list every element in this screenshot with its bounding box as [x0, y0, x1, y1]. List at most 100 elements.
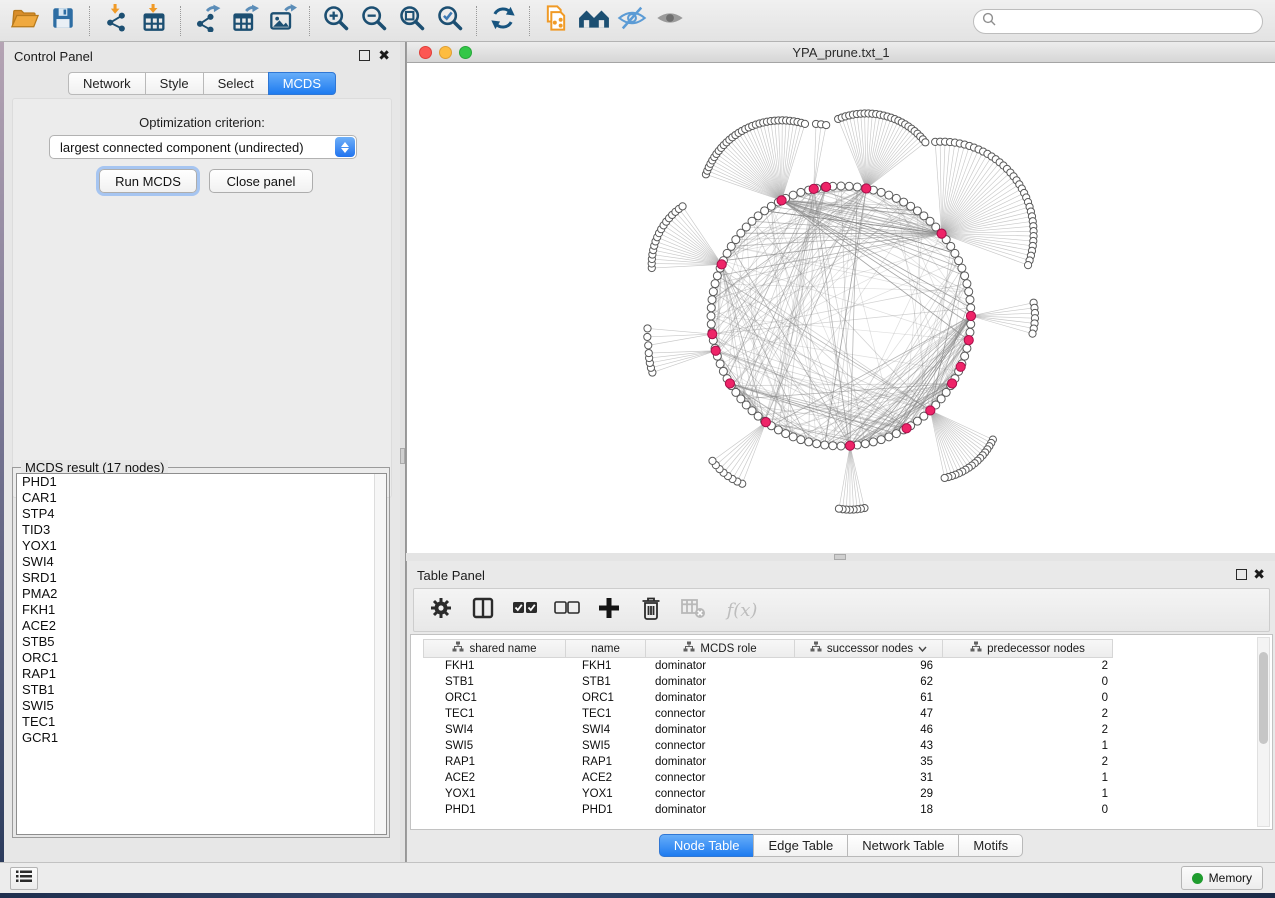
select-all-checks-button[interactable]	[512, 597, 538, 623]
tab-edge-table[interactable]: Edge Table	[753, 834, 847, 857]
result-node-item[interactable]: TEC1	[17, 714, 386, 730]
gear-button[interactable]	[428, 597, 454, 623]
table-row[interactable]: FKH1FKH1dominator962	[423, 658, 1113, 674]
cell-name: YOX1	[566, 786, 646, 802]
search-icon	[982, 12, 996, 31]
tab-motifs[interactable]: Motifs	[958, 834, 1023, 857]
show-all-button[interactable]	[651, 3, 689, 39]
tab-node-table[interactable]: Node Table	[659, 834, 754, 857]
memory-button[interactable]: Memory	[1181, 866, 1263, 890]
horizontal-splitter[interactable]	[406, 553, 1275, 561]
export-image-icon	[269, 4, 297, 37]
float-window-icon[interactable]	[1236, 569, 1247, 580]
table-row[interactable]: PHD1PHD1dominator180	[423, 802, 1113, 818]
close-window-icon[interactable]: ✖	[378, 49, 390, 62]
result-node-item[interactable]: RAP1	[17, 666, 386, 682]
column-header-successor-nodes[interactable]: successor nodes	[795, 639, 943, 658]
show-panels-button[interactable]	[10, 867, 38, 890]
result-node-item[interactable]: SRD1	[17, 570, 386, 586]
result-node-item[interactable]: PMA2	[17, 586, 386, 602]
open-file-button[interactable]	[6, 3, 44, 39]
result-node-item[interactable]: TID3	[17, 522, 386, 538]
copy-share-button[interactable]	[537, 3, 575, 39]
result-node-item[interactable]: STB1	[17, 682, 386, 698]
import-table-button[interactable]	[135, 3, 173, 39]
mcds-tab-content: Optimization criterion: largest connecte…	[12, 98, 392, 498]
close-window-icon[interactable]: ✖	[1253, 568, 1265, 581]
table-header-row: shared namenameMCDS rolesuccessor nodesp…	[423, 639, 1113, 658]
table-row[interactable]: ORC1ORC1dominator610	[423, 690, 1113, 706]
trash-icon	[640, 596, 662, 625]
tab-network[interactable]: Network	[68, 72, 145, 95]
table-row[interactable]: SWI5SWI5connector431	[423, 738, 1113, 754]
criterion-value: largest connected component (undirected)	[60, 140, 304, 155]
refresh-layout-button[interactable]	[484, 3, 522, 39]
run-mcds-button[interactable]: Run MCDS	[99, 169, 197, 193]
cell-successor-nodes: 62	[795, 674, 943, 690]
deselect-all-checks-icon	[554, 599, 580, 622]
table-row[interactable]: RAP1RAP1dominator352	[423, 754, 1113, 770]
result-node-item[interactable]: GCR1	[17, 730, 386, 746]
result-list-scrollbar[interactable]	[374, 474, 386, 834]
network-graph[interactable]	[407, 64, 1275, 552]
column-header-shared-name[interactable]: shared name	[423, 639, 566, 658]
export-table-button[interactable]	[226, 3, 264, 39]
table-scrollbar-thumb[interactable]	[1259, 652, 1268, 744]
splitter-grip[interactable]	[834, 554, 846, 560]
result-node-item[interactable]: SWI5	[17, 698, 386, 714]
columns-button[interactable]	[470, 597, 496, 623]
column-header-MCDS-role[interactable]: MCDS role	[646, 639, 795, 658]
cell-shared-name: TEC1	[423, 706, 566, 722]
hide-selected-button[interactable]	[613, 3, 651, 39]
zoom-out-button[interactable]	[355, 3, 393, 39]
cell-shared-name: RAP1	[423, 754, 566, 770]
result-node-item[interactable]: YOX1	[17, 538, 386, 554]
table-row[interactable]: TEC1TEC1connector472	[423, 706, 1113, 722]
tab-network-table[interactable]: Network Table	[847, 834, 958, 857]
result-node-item[interactable]: CAR1	[17, 490, 386, 506]
table-row[interactable]: STB1STB1dominator620	[423, 674, 1113, 690]
cell-name: SWI5	[566, 738, 646, 754]
tab-mcds[interactable]: MCDS	[268, 72, 336, 95]
result-node-item[interactable]: SWI4	[17, 554, 386, 570]
cell-name: STB1	[566, 674, 646, 690]
float-window-icon[interactable]	[359, 50, 370, 61]
tab-select[interactable]: Select	[203, 72, 268, 95]
zoom-selected-button[interactable]	[431, 3, 469, 39]
tab-style[interactable]: Style	[145, 72, 203, 95]
zoom-fit-button[interactable]	[393, 3, 431, 39]
table-row[interactable]: SWI4SWI4dominator462	[423, 722, 1113, 738]
import-network-button[interactable]	[97, 3, 135, 39]
result-node-item[interactable]: FKH1	[17, 602, 386, 618]
export-network-button[interactable]	[188, 3, 226, 39]
result-node-item[interactable]: STP4	[17, 506, 386, 522]
control-panel-tabs: NetworkStyleSelectMCDS	[4, 72, 400, 95]
result-node-item[interactable]: ACE2	[17, 618, 386, 634]
table-row[interactable]: YOX1YOX1connector291	[423, 786, 1113, 802]
cell-shared-name: SWI4	[423, 722, 566, 738]
table-scrollbar[interactable]	[1257, 637, 1270, 827]
export-image-button[interactable]	[264, 3, 302, 39]
toolbar-separator	[309, 6, 310, 36]
trash-button[interactable]	[638, 597, 664, 623]
add-plus-button[interactable]	[596, 597, 622, 623]
column-header-predecessor-nodes[interactable]: predecessor nodes	[943, 639, 1113, 658]
network-window-titlebar[interactable]: YPA_prune.txt_1	[407, 42, 1275, 63]
criterion-select[interactable]: largest connected component (undirected)	[49, 135, 357, 159]
result-node-item[interactable]: PHD1	[17, 474, 386, 490]
first-neighbors-button[interactable]	[575, 3, 613, 39]
zoom-in-button[interactable]	[317, 3, 355, 39]
column-header-name[interactable]: name	[566, 639, 646, 658]
save-session-button[interactable]	[44, 3, 82, 39]
table-row[interactable]: ACE2ACE2connector311	[423, 770, 1113, 786]
search-box[interactable]	[973, 9, 1263, 34]
close-panel-button[interactable]: Close panel	[209, 169, 313, 193]
cell-name: PHD1	[566, 802, 646, 818]
first-neighbors-icon	[578, 5, 610, 36]
search-input[interactable]	[996, 14, 1236, 30]
splitter-grip[interactable]	[400, 448, 405, 464]
deselect-all-checks-button[interactable]	[554, 597, 580, 623]
result-node-item[interactable]: ORC1	[17, 650, 386, 666]
result-node-item[interactable]: STB5	[17, 634, 386, 650]
mcds-result-list[interactable]: PHD1CAR1STP4TID3YOX1SWI4SRD1PMA2FKH1ACE2…	[16, 473, 387, 835]
